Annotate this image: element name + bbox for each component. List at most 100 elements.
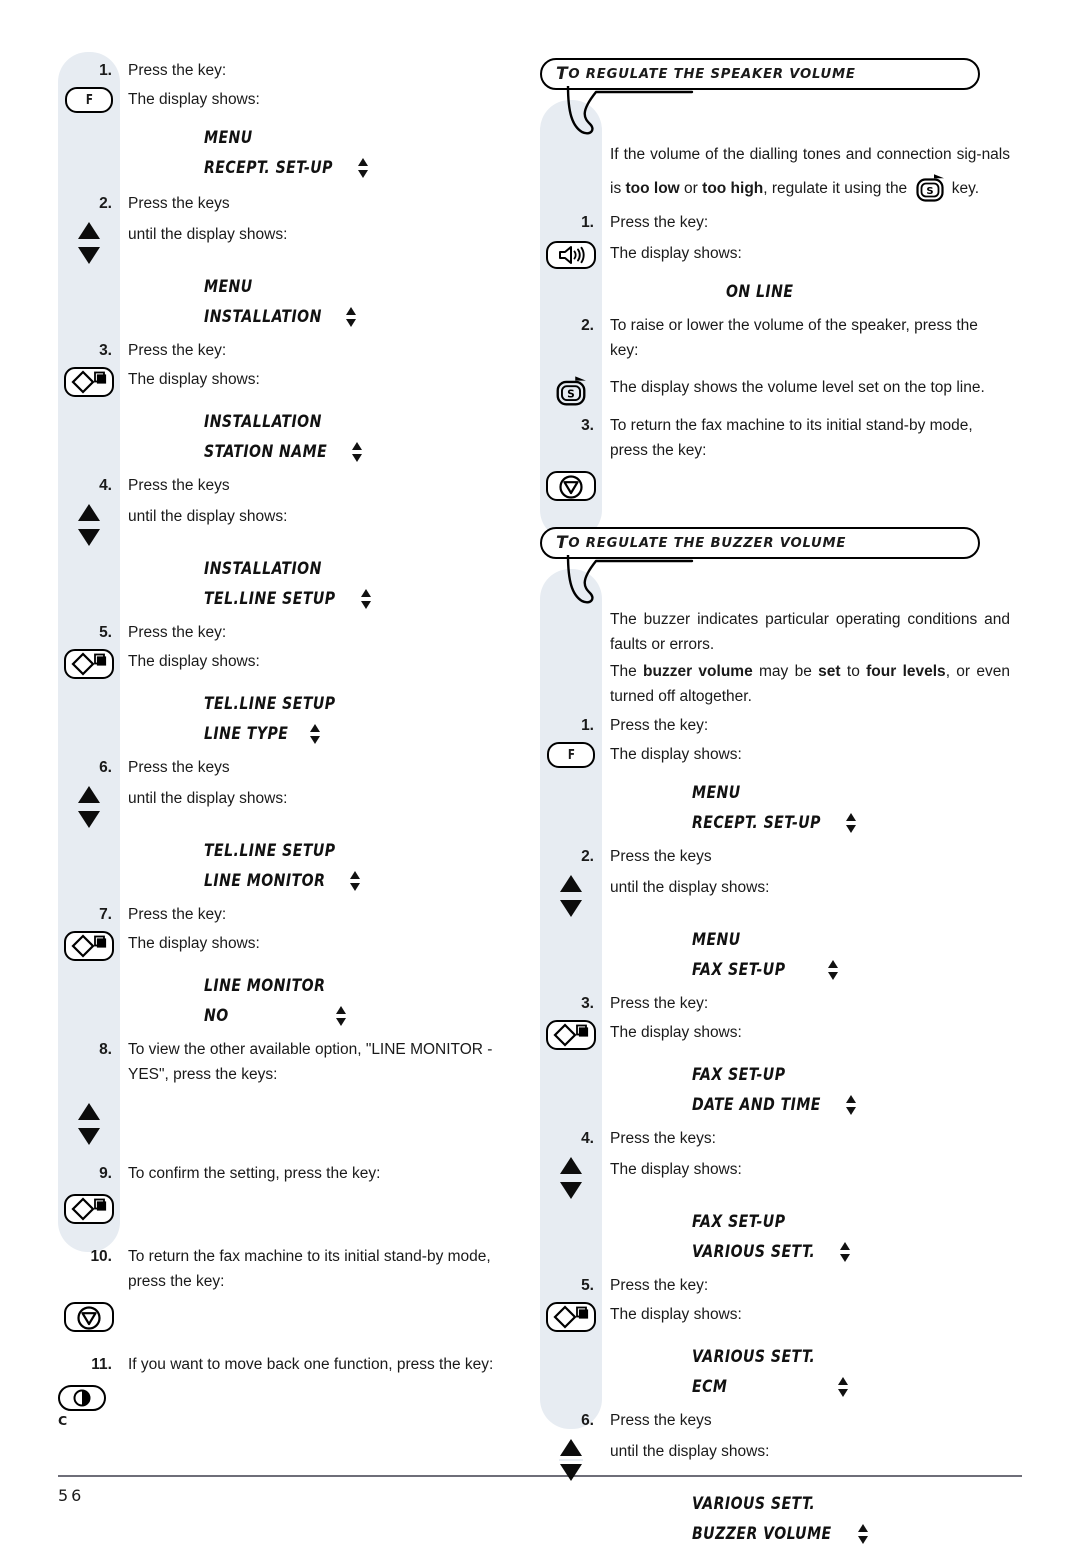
step-row: 5. Press the key:	[58, 620, 518, 645]
start-copy-key[interactable]	[64, 367, 114, 397]
key-slot: C	[58, 1385, 120, 1428]
step-text: The display shows:	[128, 91, 260, 108]
step-text: The display shows:	[610, 746, 742, 763]
step-row: 3. Press the key:	[58, 338, 518, 363]
up-down-arrow-keys-icon[interactable]	[76, 222, 102, 264]
function-key[interactable]: F	[547, 742, 595, 768]
intro-text-1: The buzzer indicates particular operatin…	[610, 611, 1010, 653]
step-text: To view the other available option, "LIN…	[128, 1041, 493, 1083]
step-row: The display shows:	[58, 931, 518, 961]
key-slot	[58, 367, 120, 397]
step-number: 1.	[581, 717, 594, 734]
step-number: 9.	[99, 1165, 112, 1182]
lcd-text: MENU	[204, 277, 253, 297]
lcd-line: STATION NAME	[58, 437, 518, 467]
step-row: 2. Press the keys	[540, 844, 1010, 869]
lcd-line: RECEPT. SET-UP	[540, 808, 1010, 838]
lcd-line: ECM	[540, 1372, 1010, 1402]
step-number: 7.	[99, 906, 112, 923]
lcd-line: MENU	[58, 272, 518, 302]
step-row	[540, 471, 1010, 501]
lcd-line: INSTALLATION	[58, 302, 518, 332]
up-down-arrow-keys-icon[interactable]	[76, 1103, 102, 1145]
lcd-text: VARIOUS SETT.	[692, 1242, 816, 1262]
volume-s-key-icon[interactable]	[913, 173, 947, 202]
step-number: 2.	[99, 195, 112, 212]
start-copy-key[interactable]	[546, 1302, 596, 1332]
step-row: 4. Press the keys:	[540, 1126, 1010, 1151]
lcd-text: FAX SET-UP	[692, 1212, 786, 1232]
lcd-text: ON LINE	[726, 282, 794, 302]
start-copy-key[interactable]	[64, 1194, 114, 1224]
key-slot	[540, 1302, 602, 1332]
start-copy-key[interactable]	[64, 649, 114, 679]
up-down-indicator-icon	[349, 870, 361, 892]
step-row: 2. Press the keys	[58, 191, 518, 216]
section-title-initial: T	[556, 64, 569, 84]
up-down-arrow-keys-icon[interactable]	[558, 875, 584, 917]
step-number: 3.	[99, 342, 112, 359]
up-down-indicator-icon	[828, 959, 839, 981]
step-text: until the display shows:	[610, 1443, 770, 1460]
up-down-indicator-icon	[360, 588, 372, 610]
up-down-arrow-keys-icon[interactable]	[558, 1439, 584, 1481]
section-title-rest: O REGULATE THE BUZZER VOLUME	[568, 535, 847, 551]
step-row: 10. To return the fax machine to its ini…	[58, 1244, 518, 1294]
step-row: 4. Press the keys	[58, 473, 518, 498]
page-number: 56	[58, 1486, 85, 1505]
key-slot: F	[58, 87, 120, 113]
step-number: 4.	[581, 1130, 594, 1147]
lcd-text: STATION NAME	[204, 442, 328, 462]
step-text: The display shows:	[128, 653, 260, 670]
intro-paragraph: The buzzer indicates particular operatin…	[540, 607, 1010, 657]
lcd-text: INSTALLATION	[204, 559, 322, 579]
step-row: 3. Press the key:	[540, 991, 1010, 1016]
clear-key[interactable]	[58, 1385, 106, 1411]
speaker-step-list: If the volume of the dialling tones and …	[540, 92, 1010, 501]
step-row: The display shows the volume level set o…	[540, 375, 1010, 407]
volume-s-key-icon[interactable]	[554, 375, 588, 407]
key-slot	[540, 1157, 602, 1199]
step-row: F The display shows:	[540, 742, 1010, 768]
speaker-key[interactable]	[546, 241, 596, 269]
key-slot: F	[540, 742, 602, 768]
step-text: Press the keys	[128, 477, 230, 494]
start-copy-key[interactable]	[546, 1020, 596, 1050]
step-row: 1. Press the key:	[540, 210, 1010, 235]
lcd-line: DATE AND TIME	[540, 1090, 1010, 1120]
step-row: 1. Press the key:	[540, 713, 1010, 738]
step-text: The display shows the volume level set o…	[610, 379, 985, 396]
up-down-indicator-icon	[346, 306, 357, 328]
lcd-text: VARIOUS SETT.	[692, 1494, 816, 1514]
stop-key[interactable]	[546, 471, 596, 501]
step-row: The display shows:	[58, 649, 518, 679]
up-down-arrow-keys-icon[interactable]	[76, 504, 102, 546]
step-text: Press the keys	[128, 759, 230, 776]
lcd-text: LINE MONITOR	[204, 871, 326, 891]
step-row	[58, 1302, 518, 1332]
step-number: 11.	[91, 1356, 112, 1373]
stop-key[interactable]	[64, 1302, 114, 1332]
step-row: until the display shows:	[540, 1439, 1010, 1481]
lcd-text: NO	[204, 1006, 229, 1026]
intro-part: or	[679, 180, 703, 197]
up-down-indicator-icon	[846, 1094, 857, 1116]
start-copy-key[interactable]	[64, 931, 114, 961]
step-row: 6. Press the keys	[58, 755, 518, 780]
intro-emph: too low	[625, 180, 680, 197]
step-row: 2. To raise or lower the volume of the s…	[540, 313, 1010, 363]
intro-paragraph: If the volume of the dialling tones and …	[540, 138, 1010, 206]
step-row: 1. Press the key:	[58, 58, 518, 83]
lcd-text: TEL.LINE SETUP	[204, 841, 336, 861]
step-text: To raise or lower the volume of the spea…	[610, 317, 978, 359]
function-key[interactable]: F	[65, 87, 113, 113]
up-down-arrow-keys-icon[interactable]	[76, 786, 102, 828]
lcd-text: RECEPT. SET-UP	[692, 813, 821, 833]
lcd-line: VARIOUS SETT.	[540, 1489, 1010, 1519]
intro-emph: set	[818, 663, 841, 680]
up-down-arrow-keys-icon[interactable]	[558, 1157, 584, 1199]
step-text: Press the key:	[128, 342, 227, 359]
step-text: until the display shows:	[128, 790, 288, 807]
step-text: until the display shows:	[128, 508, 288, 525]
intro-part: , regulate it using the	[763, 180, 912, 197]
